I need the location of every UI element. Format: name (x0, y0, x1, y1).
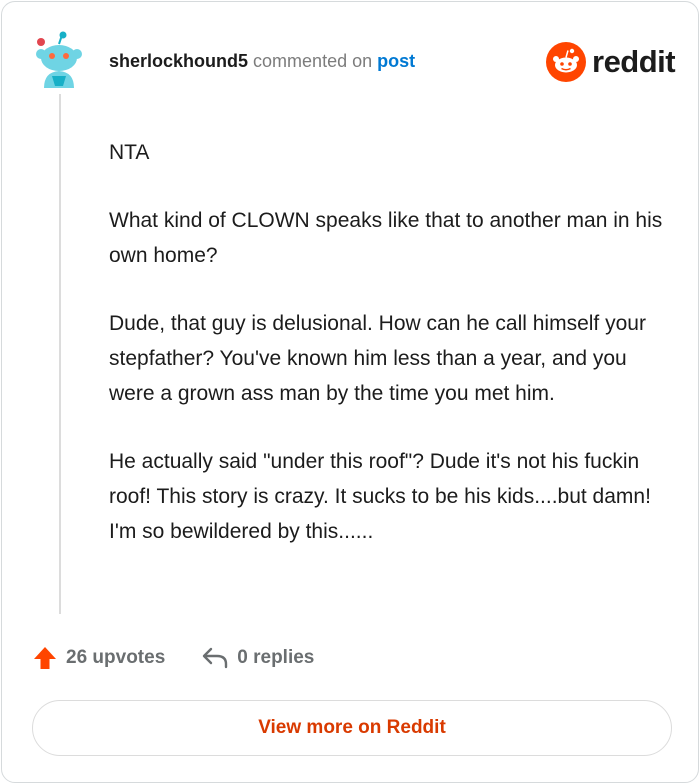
reply-button[interactable]: 0 replies (201, 646, 314, 670)
reply-arrow-icon (203, 647, 228, 669)
embedded-comment-card: sherlockhound5 commented on post reddit … (1, 1, 699, 783)
reddit-logo[interactable]: reddit (546, 40, 676, 84)
action-text: commented on (253, 51, 373, 71)
upvote-arrow-icon (34, 647, 56, 669)
post-link[interactable]: post (377, 51, 415, 71)
snoo-avatar-icon[interactable] (32, 30, 86, 88)
comment-header: sherlockhound5 commented on post (109, 49, 415, 73)
comment-actions: 26 upvotes 0 replies (32, 643, 314, 673)
comment-body: NTA What kind of CLOWN speaks like that … (109, 135, 669, 582)
reply-count: 0 replies (237, 647, 315, 668)
comment-paragraph: He actually said "under this roof"? Dude… (109, 450, 651, 543)
thread-line[interactable] (59, 94, 61, 614)
reddit-logo-icon (546, 42, 586, 82)
upvote-count: 26 upvotes (66, 647, 166, 668)
upvote-button[interactable]: 26 upvotes (32, 645, 165, 671)
username-link[interactable]: sherlockhound5 (109, 51, 248, 71)
comment-paragraph: What kind of CLOWN speaks like that to a… (109, 209, 663, 267)
comment-paragraph: NTA (109, 141, 150, 164)
comment-paragraph: Dude, that guy is delusional. How can he… (109, 312, 646, 405)
reddit-wordmark: reddit (592, 44, 676, 79)
view-more-button[interactable]: View more on Reddit (32, 700, 672, 756)
